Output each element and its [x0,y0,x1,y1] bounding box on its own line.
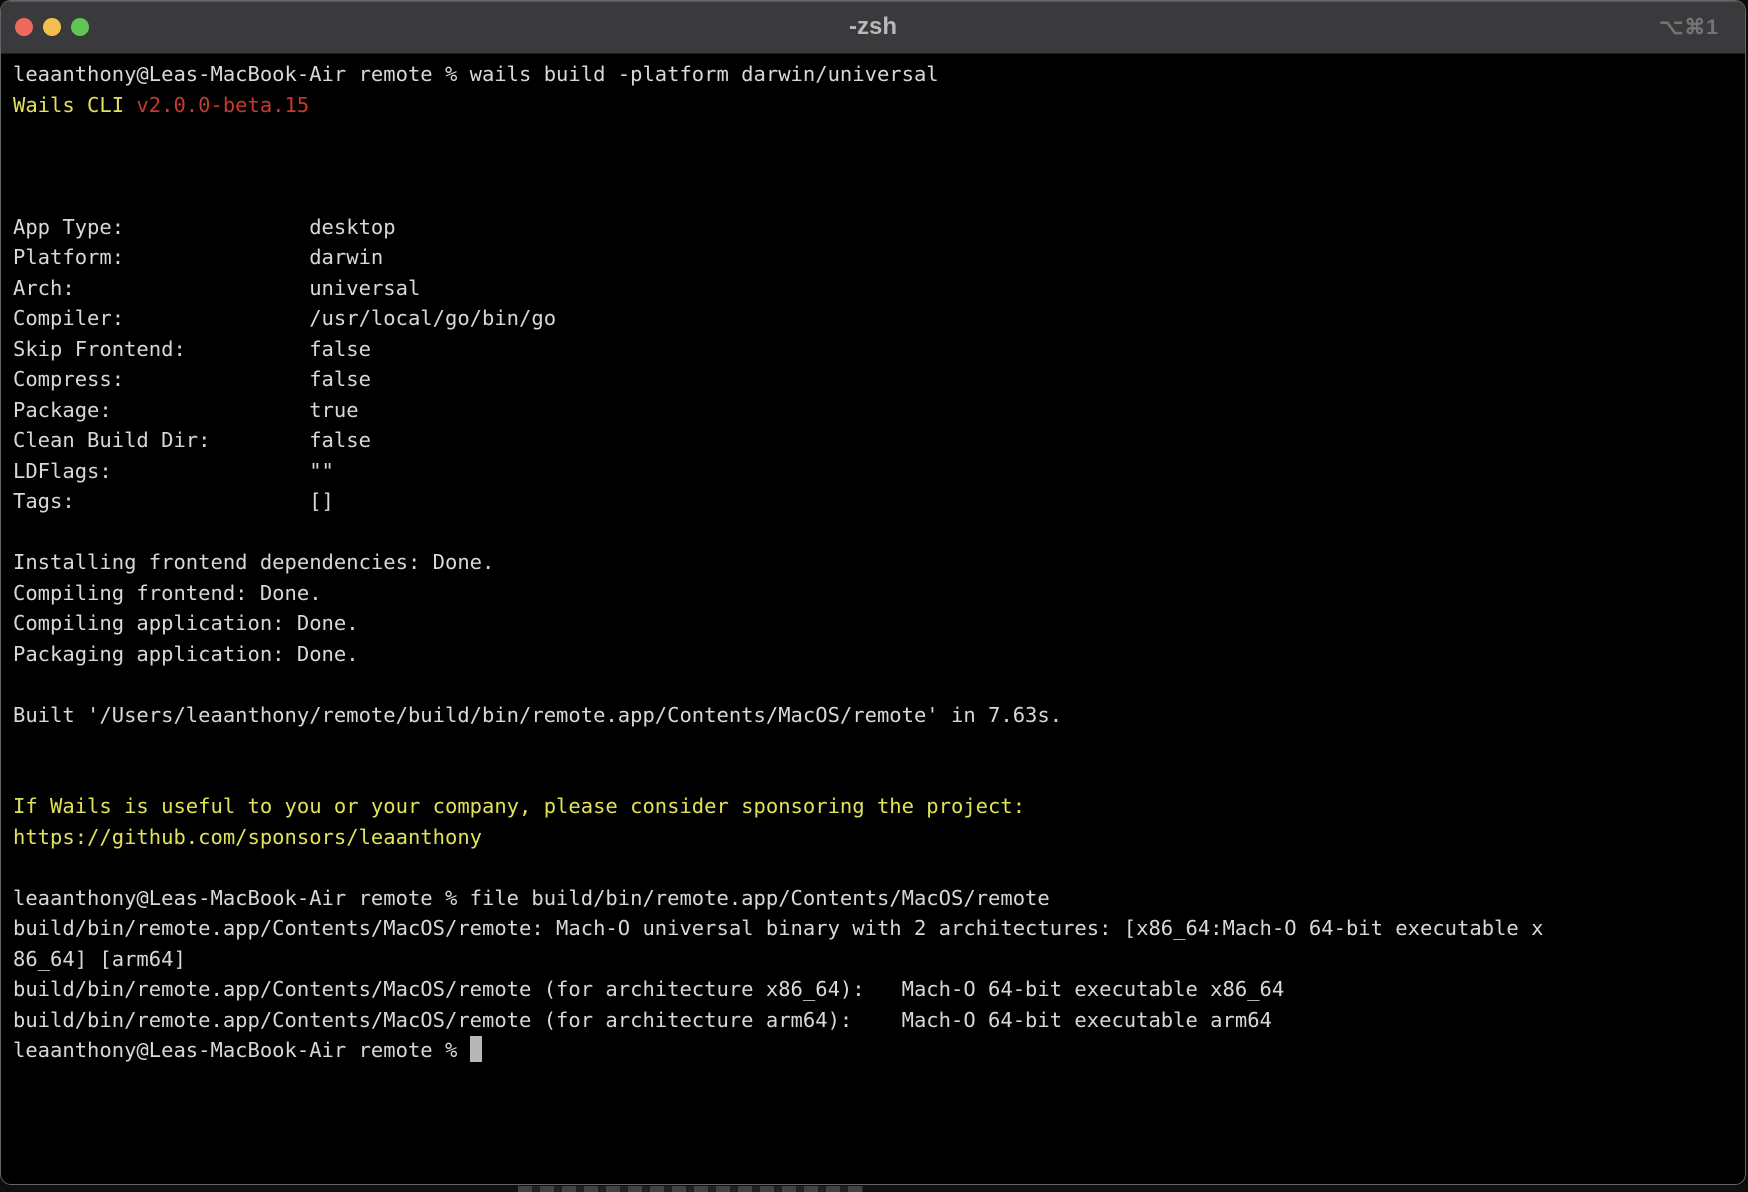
terminal-text-segment: Compiling application: Done. [13,611,359,635]
terminal-output: leaanthony@Leas-MacBook-Air remote % wai… [13,59,1543,1066]
terminal-text-segment: Compiling frontend: Done. [13,581,322,605]
traffic-lights [15,18,89,36]
terminal-line: Tags: [] [13,486,1543,517]
terminal-text-segment: Clean Build Dir: false [13,428,371,452]
terminal-text-segment: Compiler: /usr/local/go/bin/go [13,306,556,330]
terminal-line: Compiling frontend: Done. [13,578,1543,609]
terminal-text-segment: Tags: [] [13,489,334,513]
title-bar[interactable]: -zsh ⌥⌘1 [1,1,1745,54]
terminal-content[interactable]: leaanthony@Leas-MacBook-Air remote % wai… [1,54,1745,1066]
terminal-text-segment: Package: true [13,398,359,422]
window-shortcut-badge: ⌥⌘1 [1659,1,1719,53]
terminal-text-segment: build/bin/remote.app/Contents/MacOS/remo… [13,916,1543,971]
terminal-line: leaanthony@Leas-MacBook-Air remote % fil… [13,883,1543,914]
terminal-line [13,852,1543,883]
terminal-line: Package: true [13,395,1543,426]
terminal-text-segment: build/bin/remote.app/Contents/MacOS/remo… [13,977,1284,1001]
terminal-line [13,517,1543,548]
terminal-line: build/bin/remote.app/Contents/MacOS/remo… [13,913,1543,974]
terminal-line [13,120,1543,151]
close-button[interactable] [15,18,33,36]
terminal-text-segment: https://github.com/sponsors/leaanthony [13,825,482,849]
terminal-text-segment: leaanthony@Leas-MacBook-Air remote % [13,1038,470,1062]
terminal-line: Wails CLI v2.0.0-beta.15 [13,90,1543,121]
terminal-text-segment: Wails CLI [13,93,136,117]
terminal-line: LDFlags: "" [13,456,1543,487]
terminal-line [13,669,1543,700]
terminal-text-segment: If Wails is useful to you or your compan… [13,794,1025,818]
terminal-line: leaanthony@Leas-MacBook-Air remote % [13,1035,1543,1066]
terminal-line: Platform: darwin [13,242,1543,273]
terminal-line [13,181,1543,212]
terminal-line: If Wails is useful to you or your compan… [13,791,1543,822]
terminal-line [13,761,1543,792]
terminal-line: Compiler: /usr/local/go/bin/go [13,303,1543,334]
terminal-text-segment: Packaging application: Done. [13,642,359,666]
terminal-text-segment: v2.0.0-beta.15 [136,93,309,117]
terminal-cursor [470,1036,482,1062]
terminal-line: Compiling application: Done. [13,608,1543,639]
terminal-text-segment: LDFlags: "" [13,459,334,483]
terminal-line: Compress: false [13,364,1543,395]
terminal-line: Packaging application: Done. [13,639,1543,670]
terminal-text-segment: Arch: universal [13,276,420,300]
zoom-button[interactable] [71,18,89,36]
terminal-line: Clean Build Dir: false [13,425,1543,456]
terminal-line: Arch: universal [13,273,1543,304]
terminal-line: build/bin/remote.app/Contents/MacOS/remo… [13,974,1543,1005]
background-window-text-sliver [518,1186,863,1192]
terminal-line: Built '/Users/leaanthony/remote/build/bi… [13,700,1543,731]
terminal-text-segment: Built '/Users/leaanthony/remote/build/bi… [13,703,1062,727]
terminal-window: -zsh ⌥⌘1 leaanthony@Leas-MacBook-Air rem… [0,0,1746,1185]
terminal-text-segment: leaanthony@Leas-MacBook-Air remote % wai… [13,62,939,86]
background-window-edge [0,1185,1748,1192]
terminal-line: App Type: desktop [13,212,1543,243]
window-title: -zsh [1,1,1745,53]
terminal-line: build/bin/remote.app/Contents/MacOS/remo… [13,1005,1543,1036]
terminal-line: https://github.com/sponsors/leaanthony [13,822,1543,853]
terminal-text-segment: leaanthony@Leas-MacBook-Air remote % fil… [13,886,1050,910]
minimize-button[interactable] [43,18,61,36]
terminal-text-segment: Installing frontend dependencies: Done. [13,550,494,574]
terminal-line [13,730,1543,761]
terminal-line: leaanthony@Leas-MacBook-Air remote % wai… [13,59,1543,90]
terminal-text-segment: Skip Frontend: false [13,337,371,361]
terminal-line: Skip Frontend: false [13,334,1543,365]
terminal-text-segment: Platform: darwin [13,245,383,269]
terminal-line [13,151,1543,182]
terminal-text-segment: build/bin/remote.app/Contents/MacOS/remo… [13,1008,1272,1032]
terminal-text-segment: Compress: false [13,367,371,391]
terminal-text-segment: App Type: desktop [13,215,396,239]
terminal-line: Installing frontend dependencies: Done. [13,547,1543,578]
